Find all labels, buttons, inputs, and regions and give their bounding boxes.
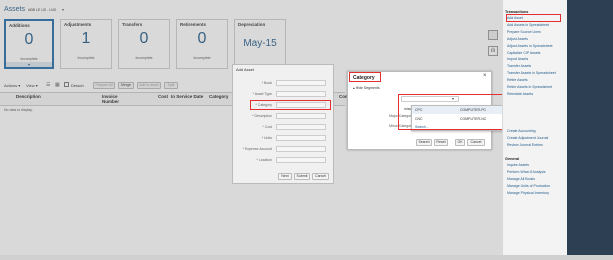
search-button[interactable]: Search	[416, 139, 432, 146]
ok-button[interactable]: OK	[455, 139, 465, 146]
hide-segments-label: Hide Segments	[355, 86, 380, 90]
task-link[interactable]: Review Journal Entries	[507, 143, 543, 147]
field-label-book: * Book	[261, 81, 272, 85]
reset-button[interactable]: Reset	[434, 139, 448, 146]
task-link[interactable]: Capitalize CIP Assets	[507, 51, 540, 55]
task-link[interactable]: Prepare Source Lines	[507, 30, 541, 34]
description-field[interactable]	[276, 113, 326, 119]
field-label-cost: * Cost	[262, 125, 272, 129]
task-link[interactable]: Transfer Assets	[507, 64, 531, 68]
field-label-asset-type: * Asset Type	[252, 92, 272, 96]
section-general: General	[505, 157, 520, 161]
dialog-title: Add Asset	[236, 67, 255, 72]
task-link[interactable]: Add Asset	[507, 16, 523, 20]
task-link[interactable]: Add Assets in Spreadsheet	[507, 23, 549, 27]
category-cancel-button[interactable]: Cancel	[467, 139, 485, 146]
hide-segments-toggle[interactable]: ▴ Hide Segments	[353, 86, 380, 90]
asset-type-field[interactable]: Capitalized	[276, 91, 326, 106]
task-link[interactable]: Manage Physical Inventory	[507, 191, 549, 195]
task-link[interactable]: Create Accounting	[507, 129, 536, 133]
task-link[interactable]: Transfer Assets in Spreadsheet	[507, 71, 556, 75]
close-icon[interactable]: ×	[483, 73, 487, 79]
task-link[interactable]: Retire Assets in Spreadsheet	[507, 85, 552, 89]
category-field-highlight	[250, 100, 331, 110]
cancel-button[interactable]: Cancel	[312, 173, 329, 180]
next-button[interactable]: Next	[278, 173, 292, 180]
field-label-description: * Description	[252, 114, 272, 118]
task-link[interactable]: Reinstate Assets	[507, 92, 533, 96]
book-field[interactable]: ABB US-LNG	[276, 80, 326, 95]
task-link[interactable]: Import Assets	[507, 57, 528, 61]
task-link[interactable]: Manage All Books	[507, 177, 535, 181]
task-link[interactable]: Retire Assets	[507, 78, 528, 82]
task-link[interactable]: Manage Units of Production	[507, 184, 550, 188]
task-link[interactable]: Inquire Assets	[507, 163, 529, 167]
location-field[interactable]	[276, 157, 326, 163]
side-strip	[567, 0, 613, 255]
task-link[interactable]: Adjust Assets in Spreadsheet	[507, 44, 553, 48]
task-link[interactable]: Adjust Assets	[507, 37, 528, 41]
cost-field[interactable]	[276, 124, 326, 130]
bottom-bar	[0, 255, 613, 260]
task-link[interactable]: Create Adjustment Journal	[507, 136, 548, 140]
task-link[interactable]: Perform What-If Analysis	[507, 170, 546, 174]
field-label-location: * Location	[256, 158, 272, 162]
field-label-units: * Units	[261, 136, 272, 140]
field-label-expense-account: * Expense Account	[242, 147, 272, 151]
category-title-highlight	[349, 72, 381, 82]
units-field[interactable]: 1	[276, 135, 326, 150]
submit-button[interactable]: Submit	[294, 173, 310, 180]
expense-account-field[interactable]	[276, 146, 326, 152]
